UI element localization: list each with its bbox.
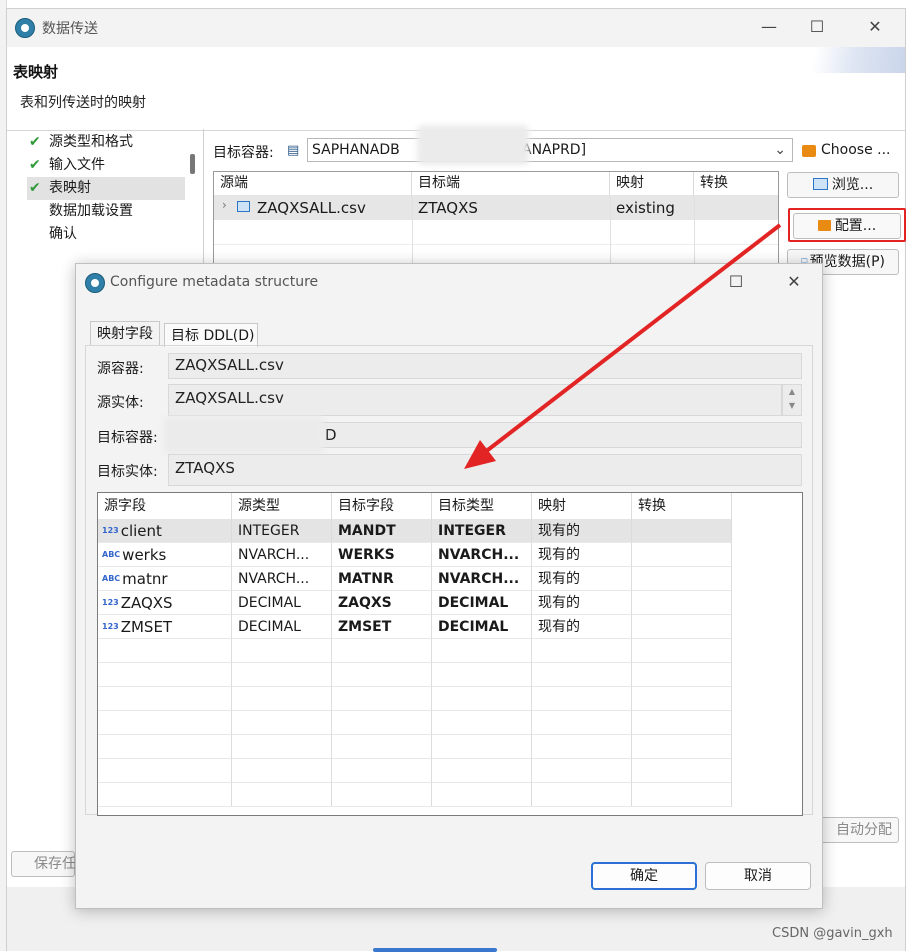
arrow-shaft <box>478 223 782 458</box>
annotation-arrow <box>464 223 782 469</box>
arrow-head <box>464 440 496 469</box>
watermark: CSDN @gavin_gxh <box>772 926 893 941</box>
